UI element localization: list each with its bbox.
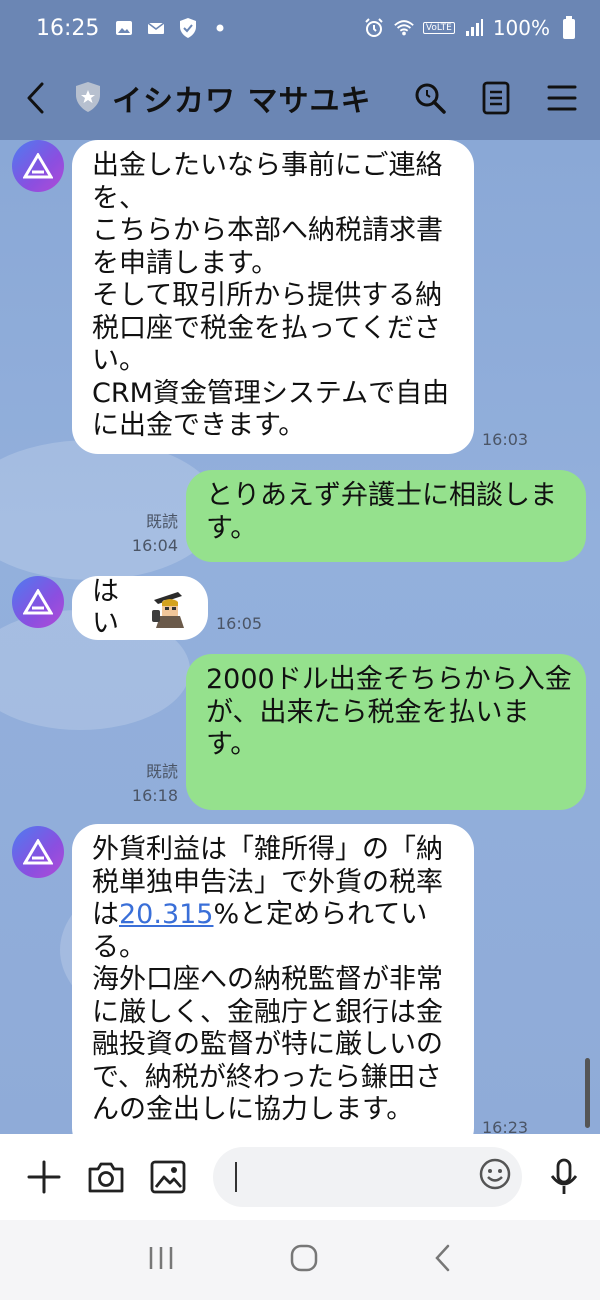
chat-area[interactable]: 出金したいなら事前にご連絡 を、 こちらから本部へ納税請求書 を申請します。 そ… xyxy=(0,140,600,1134)
message-line: を、 xyxy=(92,182,146,214)
battery-percent: 100% xyxy=(492,16,550,40)
message-time: 16:05 xyxy=(216,614,263,633)
message-time: 16:04 xyxy=(131,536,178,555)
message-line: す。 xyxy=(206,512,258,544)
camera-button[interactable] xyxy=(86,1157,126,1197)
add-button[interactable] xyxy=(24,1157,64,1197)
message-line: に厳しく、金融庁と銀行は金 xyxy=(92,996,443,1028)
system-nav-bar xyxy=(0,1220,600,1300)
battery-icon xyxy=(558,16,580,39)
search-button[interactable] xyxy=(410,78,450,118)
message-time: 16:23 xyxy=(482,1118,529,1134)
message-text: は xyxy=(92,899,119,930)
message-line: 税口座で税金を払ってくださ xyxy=(92,312,441,344)
menu-icon xyxy=(547,85,577,111)
emoji-button[interactable] xyxy=(478,1157,512,1197)
message-line: が、出来たら税金を払いま xyxy=(206,696,530,728)
notes-button[interactable] xyxy=(476,78,516,118)
message-line: 外貨利益は「雑所得」の「納 xyxy=(92,834,443,865)
read-receipt: 既読 xyxy=(145,512,178,531)
system-back-icon xyxy=(434,1244,449,1272)
message-line: こちらから本部へ納税請求書 xyxy=(92,215,443,246)
message-input[interactable] xyxy=(213,1147,523,1207)
home-button[interactable] xyxy=(289,1243,319,1277)
shield-icon xyxy=(74,81,104,115)
chat-header: イシカワ マサユキ xyxy=(0,56,600,140)
notification-icons xyxy=(113,17,231,39)
mail-notification-icon xyxy=(145,17,167,39)
search-icon xyxy=(415,83,446,114)
message-text: はい xyxy=(92,575,119,640)
message-line: に出金できます。 xyxy=(92,410,306,441)
volte-badge: VoLTE xyxy=(422,22,455,34)
message-line: 出金したいなら事前にご連絡 xyxy=(92,150,443,181)
recent-apps-button[interactable] xyxy=(146,1244,176,1276)
message-line: で、納税が終わったら鎌田さ xyxy=(92,1061,442,1093)
read-receipt: 既読 xyxy=(145,762,178,781)
image-button[interactable] xyxy=(148,1157,188,1197)
message-bubble-outgoing[interactable]: とりあえず弁護士に相談しま す。 xyxy=(186,470,586,562)
gallery-notification-icon xyxy=(113,17,135,39)
message-line: 海外口座への納税監督が非常 xyxy=(92,964,443,995)
status-time: 16:25 xyxy=(36,15,100,41)
contact-avatar[interactable] xyxy=(12,140,64,192)
message-bubble-outgoing[interactable]: 2000ドル出金そちらから入金 が、出来たら税金を払いま す。 xyxy=(186,654,586,810)
message-line: そして取引所から提供する納 xyxy=(92,280,443,311)
alarm-icon xyxy=(363,17,385,39)
message-line: る。 xyxy=(92,931,146,963)
message-line: 税単独申告法」で外貨の税率 xyxy=(92,866,443,898)
camera-icon xyxy=(88,1162,124,1193)
detective-emoji-icon xyxy=(148,588,188,628)
chat-title[interactable]: イシカワ マサユキ xyxy=(112,76,371,120)
contact-avatar[interactable] xyxy=(12,576,64,628)
home-icon xyxy=(290,1244,318,1272)
message-bubble-incoming[interactable]: 出金したいなら事前にご連絡 を、 こちらから本部へ納税請求書 を申請します。 そ… xyxy=(72,140,474,454)
message-line: んの金出しに協力します。 xyxy=(92,1094,414,1125)
message-line: 2000ドル出金そちらから入金 xyxy=(206,664,572,695)
dot-icon xyxy=(209,17,231,39)
message-line: 融投資の監督が特に厳しいの xyxy=(92,1029,443,1060)
status-bar: 16:25 VoLTE 100% xyxy=(0,0,600,56)
message-line: は20.315%と定められてい xyxy=(92,899,454,932)
message-text: %と定められてい xyxy=(213,899,428,930)
back-button[interactable] xyxy=(24,73,64,123)
message-input-bar xyxy=(0,1134,600,1220)
image-icon xyxy=(150,1160,185,1194)
mic-icon xyxy=(550,1158,578,1194)
signal-icon xyxy=(463,17,485,39)
message-bubble-incoming[interactable]: 外貨利益は「雑所得」の「納 税単独申告法」で外貨の税率 は20.315%と定めら… xyxy=(72,824,474,1134)
voice-button[interactable] xyxy=(544,1157,584,1197)
wifi-icon xyxy=(393,17,415,39)
message-line: い。 xyxy=(92,345,146,376)
triangle-logo-icon xyxy=(23,153,53,179)
system-back-button[interactable] xyxy=(432,1243,454,1277)
recent-apps-icon xyxy=(150,1247,173,1269)
emoji-icon xyxy=(479,1158,511,1190)
message-time: 16:03 xyxy=(482,430,529,449)
message-line: を申請します。 xyxy=(92,247,279,279)
plus-icon xyxy=(27,1160,61,1194)
contact-avatar[interactable] xyxy=(12,826,64,878)
chat-scrollbar[interactable] xyxy=(585,1058,590,1128)
number-link[interactable]: 20.315 xyxy=(119,899,213,930)
triangle-logo-icon xyxy=(23,839,53,865)
message-time: 16:18 xyxy=(131,786,178,805)
back-icon xyxy=(27,82,44,114)
security-notification-icon xyxy=(177,17,199,39)
triangle-logo-icon xyxy=(23,589,53,615)
message-bubble-incoming[interactable]: はい xyxy=(72,576,208,640)
message-line: す。 xyxy=(206,729,258,760)
message-line: とりあえず弁護士に相談しま xyxy=(206,480,557,511)
text-caret xyxy=(235,1162,238,1192)
menu-button[interactable] xyxy=(542,78,582,118)
message-line: CRM資金管理システムで自由 xyxy=(92,377,450,409)
notes-icon xyxy=(482,81,510,115)
